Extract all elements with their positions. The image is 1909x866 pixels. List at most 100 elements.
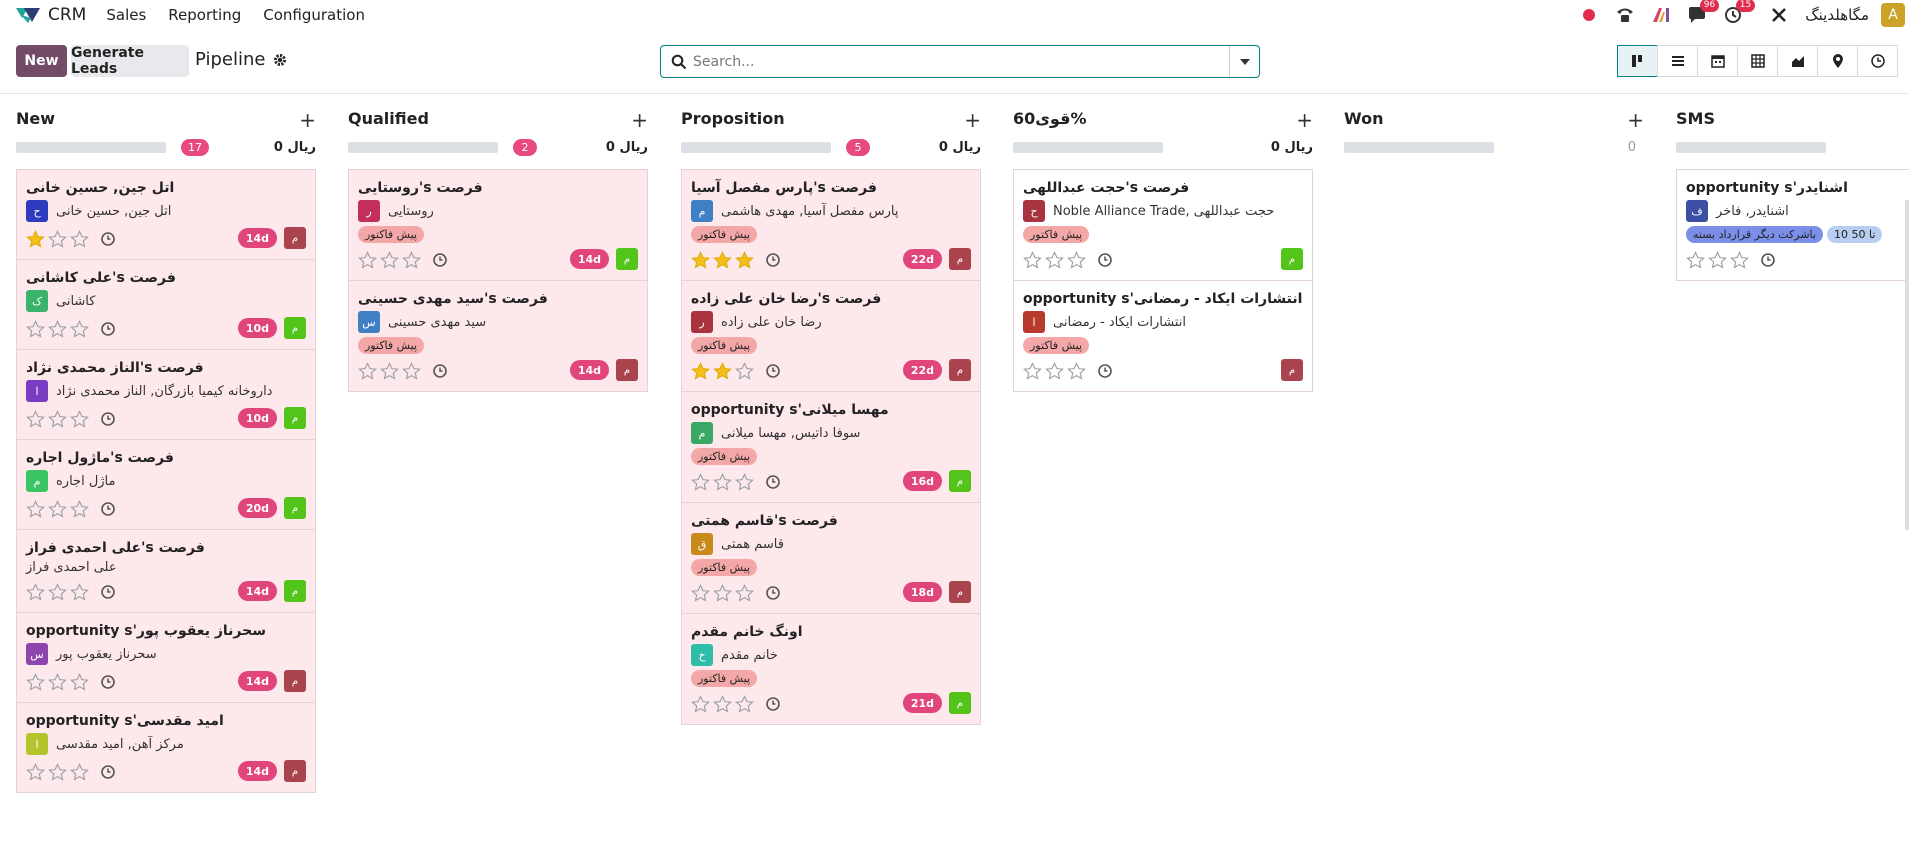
priority-star-icon[interactable] [735, 250, 754, 270]
list-view-button[interactable] [1657, 45, 1698, 77]
opportunity-card[interactable]: opportunity s'انتشارات ایکاد - رمضانی ا ان… [1014, 281, 1312, 391]
phone-icon[interactable] [1613, 3, 1637, 27]
priority-star-icon[interactable] [70, 409, 89, 429]
priority-star-icon[interactable] [1708, 250, 1727, 270]
priority-star-icon[interactable] [26, 229, 45, 249]
opportunity-card[interactable]: فرصت s'سید مهدی حسینی س سید مهدی حسینی پیش … [349, 281, 647, 391]
priority-star-icon[interactable] [48, 409, 67, 429]
priority-star-icon[interactable] [26, 582, 45, 602]
owner-avatar[interactable]: م [949, 581, 971, 603]
priority-star-icon[interactable] [735, 583, 754, 603]
priority-star-icon[interactable] [70, 319, 89, 339]
menu-reporting[interactable]: Reporting [168, 6, 241, 24]
activity-clock-icon[interactable] [765, 585, 781, 601]
priority-star-icon[interactable] [380, 361, 399, 381]
opportunity-card[interactable]: فرصت s'الناز محمدی نژاد ا داروخانه کیمیا ب… [17, 350, 315, 440]
priority-star-icon[interactable] [48, 229, 67, 249]
priority-star-icon[interactable] [691, 694, 710, 714]
priority-star-icon[interactable] [48, 672, 67, 692]
priority-star-icon[interactable] [1067, 361, 1086, 381]
priority-star-icon[interactable] [735, 472, 754, 492]
priority-star-icon[interactable] [1067, 250, 1086, 270]
chat-icon[interactable]: 96 [1685, 0, 1720, 27]
column-progress-bar[interactable] [1013, 142, 1163, 153]
add-card-icon[interactable]: + [1296, 108, 1313, 132]
owner-avatar[interactable]: م [949, 470, 971, 492]
column-title[interactable]: SMS [1676, 109, 1715, 128]
priority-star-icon[interactable] [713, 472, 732, 492]
activity-clock-icon[interactable] [765, 363, 781, 379]
priority-star-icon[interactable] [70, 582, 89, 602]
priority-star-icon[interactable] [1686, 250, 1705, 270]
owner-avatar[interactable]: م [949, 359, 971, 381]
column-progress-bar[interactable] [348, 142, 498, 153]
priority-star-icon[interactable] [70, 499, 89, 519]
opportunity-card[interactable]: فرصت s'علی کاشانی ک کاشانی 10d م [17, 260, 315, 350]
search-options-toggle[interactable] [1229, 46, 1259, 77]
priority-star-icon[interactable] [691, 472, 710, 492]
priority-star-icon[interactable] [358, 250, 377, 270]
column-title[interactable]: Proposition [681, 109, 785, 128]
column-title[interactable]: قوی60% [1013, 109, 1086, 128]
column-progress-bar[interactable] [1676, 142, 1826, 153]
column-title[interactable]: New [16, 109, 55, 128]
column-progress-bar[interactable] [681, 142, 831, 153]
user-avatar[interactable]: A [1881, 3, 1905, 27]
owner-avatar[interactable]: م [284, 760, 306, 782]
priority-star-icon[interactable] [713, 250, 732, 270]
add-card-icon[interactable]: + [964, 108, 981, 132]
menu-configuration[interactable]: Configuration [263, 6, 365, 24]
activity-clock-icon[interactable] [100, 501, 116, 517]
activity-clock-icon[interactable] [100, 764, 116, 780]
activity-clock-icon[interactable] [1760, 252, 1776, 268]
opportunity-card[interactable]: فرصت s'ماژول اجاره م ماژل اجاره 20d م [17, 440, 315, 530]
column-progress-bar[interactable] [1344, 142, 1494, 153]
priority-star-icon[interactable] [48, 762, 67, 782]
activity-clock-icon[interactable]: 15 [1721, 0, 1756, 27]
owner-avatar[interactable]: م [284, 407, 306, 429]
priority-star-icon[interactable] [691, 361, 710, 381]
owner-avatar[interactable]: م [949, 248, 971, 270]
owner-avatar[interactable]: م [284, 227, 306, 249]
activity-clock-icon[interactable] [1097, 252, 1113, 268]
opportunity-card[interactable]: فرصت s'قاسم همتی ق قاسم همتی پیش فاکتور 18d م [682, 503, 980, 614]
activity-clock-icon[interactable] [100, 584, 116, 600]
generate-leads-button[interactable]: Generate Leads [71, 45, 189, 77]
priority-star-icon[interactable] [48, 582, 67, 602]
search-bar[interactable] [660, 45, 1260, 78]
priority-star-icon[interactable] [1045, 250, 1064, 270]
activity-clock-icon[interactable] [100, 231, 116, 247]
opportunity-card[interactable]: اتل جین, حسین خانی ح اتل جین, حسین خانی 14d… [17, 170, 315, 260]
priority-star-icon[interactable] [691, 250, 710, 270]
activity-clock-icon[interactable] [765, 474, 781, 490]
new-button[interactable]: New [16, 45, 67, 77]
owner-avatar[interactable]: م [616, 359, 638, 381]
priority-star-icon[interactable] [26, 409, 45, 429]
priority-star-icon[interactable] [1023, 361, 1042, 381]
activity-clock-icon[interactable] [100, 321, 116, 337]
search-input[interactable] [693, 53, 1213, 70]
priority-star-icon[interactable] [26, 319, 45, 339]
map-view-button[interactable] [1817, 45, 1858, 77]
activity-clock-icon[interactable] [100, 411, 116, 427]
opportunity-card[interactable]: opportunity s'مهسا میلانی م سوفا داتیس, مه… [682, 392, 980, 503]
priority-star-icon[interactable] [1045, 361, 1064, 381]
opportunity-card[interactable]: فرصت s'روستایی ر روستایی پیش فاکتور 14d م [349, 170, 647, 281]
priority-star-icon[interactable] [48, 499, 67, 519]
activity-clock-icon[interactable] [432, 252, 448, 268]
priority-star-icon[interactable] [735, 361, 754, 381]
activity-clock-icon[interactable] [432, 363, 448, 379]
add-card-icon[interactable]: + [631, 108, 648, 132]
priority-star-icon[interactable] [26, 762, 45, 782]
priority-star-icon[interactable] [713, 361, 732, 381]
owner-avatar[interactable]: م [284, 317, 306, 339]
priority-star-icon[interactable] [358, 361, 377, 381]
owner-avatar[interactable]: م [284, 497, 306, 519]
record-dot-icon[interactable] [1577, 3, 1601, 27]
owner-avatar[interactable]: م [284, 580, 306, 602]
owner-avatar[interactable]: م [284, 670, 306, 692]
priority-star-icon[interactable] [735, 694, 754, 714]
priority-star-icon[interactable] [70, 672, 89, 692]
opportunity-card[interactable]: opportunity s'امید مقدسی ا مرکز آهن, امید … [17, 703, 315, 792]
gear-icon[interactable] [273, 53, 287, 67]
